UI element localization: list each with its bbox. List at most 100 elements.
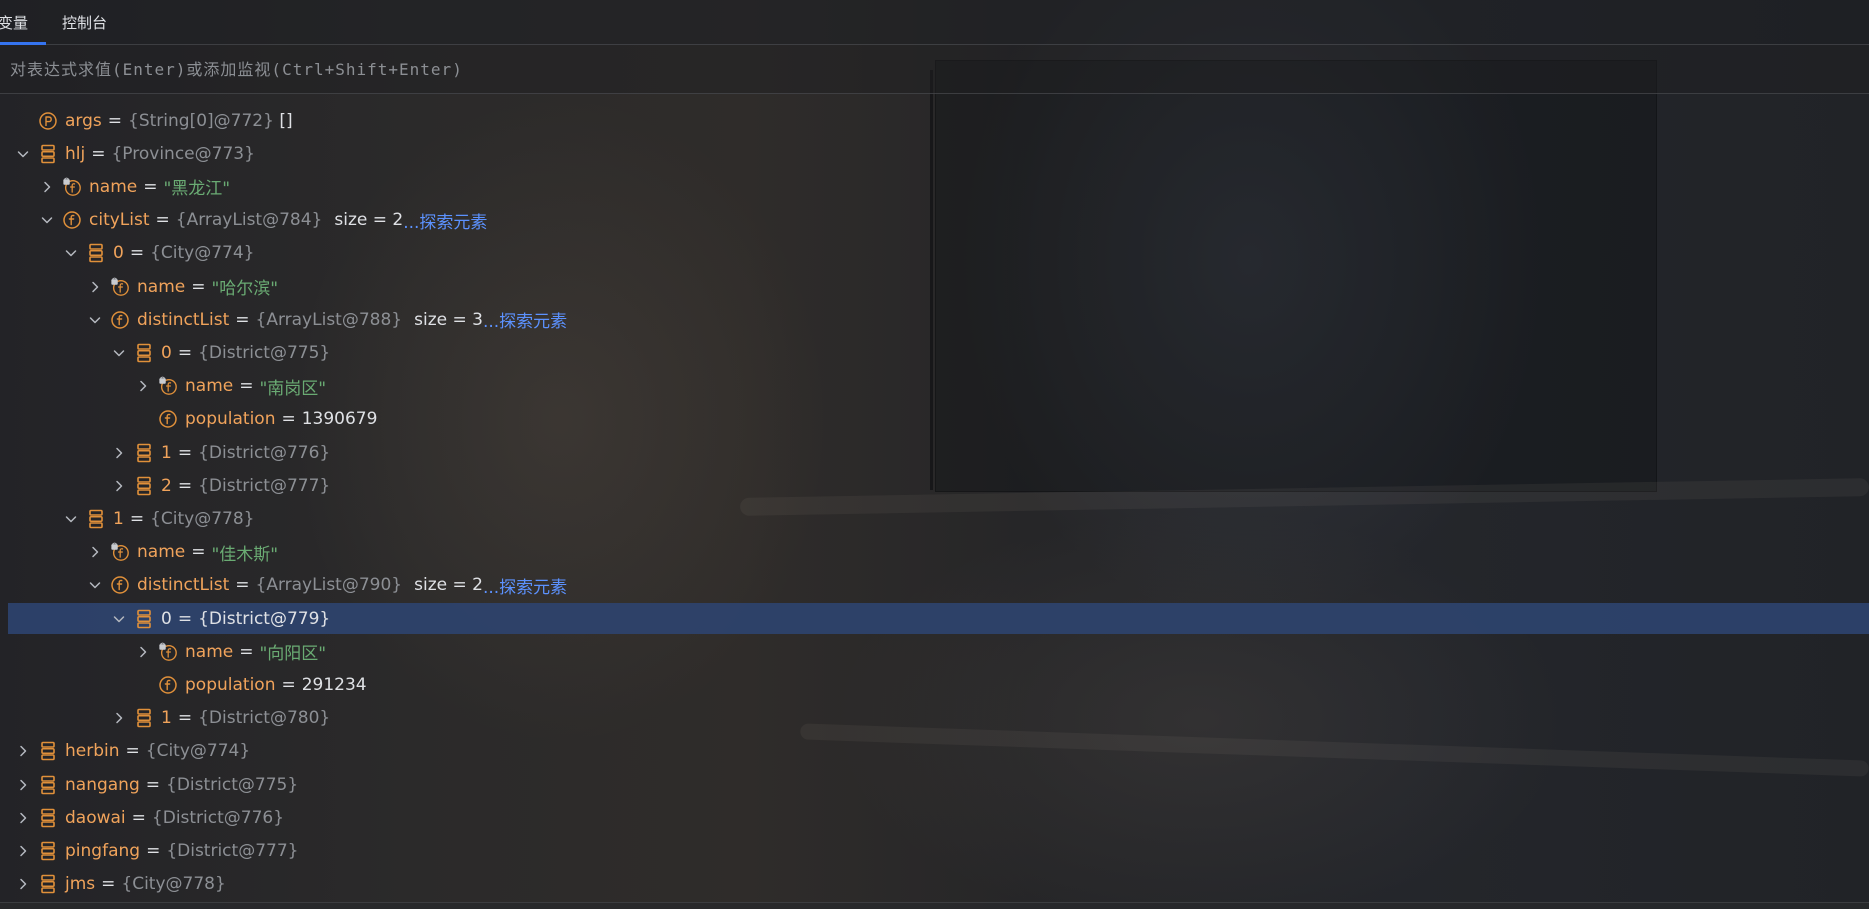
variable-value: {District@779} <box>198 608 331 629</box>
variable-row-name[interactable]: name = "向阳区" <box>0 635 1869 668</box>
variable-value: {ArrayList@784} <box>175 210 323 231</box>
equals-sign: = <box>177 708 193 729</box>
field-icon <box>110 575 130 595</box>
collection-size: size = 2 <box>334 210 404 231</box>
variable-row-nangang[interactable]: nangang = {District@775} <box>0 768 1869 801</box>
variable-name: name <box>137 276 186 297</box>
equals-sign: = <box>191 276 206 297</box>
variable-value: {City@774} <box>145 741 251 762</box>
variable-name: population <box>185 674 276 695</box>
variable-row-0[interactable]: 0 = {City@774} <box>0 237 1869 270</box>
object-icon <box>38 874 58 894</box>
variable-value: {District@777} <box>166 840 299 861</box>
variable-row-0[interactable]: 0 = {District@775} <box>0 336 1869 369</box>
chevron-down-icon[interactable] <box>14 145 32 163</box>
chevron-right-icon[interactable] <box>14 842 32 860</box>
variable-name: jms <box>65 874 96 895</box>
chevron-down-icon[interactable] <box>38 211 56 229</box>
variable-row-population[interactable]: population = 291234 <box>0 668 1869 701</box>
variable-name: hlj <box>65 143 86 164</box>
chevron-down-icon[interactable] <box>86 576 104 594</box>
equals-sign: = <box>131 807 146 828</box>
variable-row-jms[interactable]: jms = {City@778} <box>0 868 1869 901</box>
equals-sign: = <box>239 376 254 397</box>
variable-name: 1 <box>113 508 124 529</box>
variable-row-2[interactable]: 2 = {District@777} <box>0 469 1869 502</box>
chevron-right-icon[interactable] <box>110 477 128 495</box>
variable-row-cityList[interactable]: cityList = {ArrayList@784} size = 2 ...探索元素 <box>0 204 1869 237</box>
equals-sign: = <box>155 210 170 231</box>
chevron-down-icon[interactable] <box>86 311 104 329</box>
chevron-down-icon[interactable] <box>62 244 80 262</box>
field-lock-icon <box>62 177 82 197</box>
chevron-right-icon[interactable] <box>38 178 56 196</box>
equals-sign: = <box>281 409 296 430</box>
tab-variables-label: 变量 <box>0 13 29 32</box>
variable-row-name[interactable]: name = "南岗区" <box>0 370 1869 403</box>
chevron-right-icon[interactable] <box>14 875 32 893</box>
chevron-right-icon[interactable] <box>86 543 104 561</box>
variable-value: {ArrayList@788} <box>255 309 403 330</box>
collection-size: size = 2 <box>414 575 483 596</box>
object-icon <box>86 509 106 529</box>
variable-row-0[interactable]: 0 = {District@779} <box>0 602 1869 635</box>
field-lock-icon <box>158 642 178 662</box>
variable-name: distinctList <box>137 575 230 596</box>
variable-value: {City@778} <box>150 508 255 529</box>
variable-row-name[interactable]: name = "哈尔滨" <box>0 270 1869 303</box>
variable-row-name[interactable]: name = "佳木斯" <box>0 536 1869 569</box>
parameter-icon <box>38 111 58 131</box>
chevron-right-icon[interactable] <box>14 742 32 760</box>
object-icon <box>134 708 154 728</box>
chevron-down-icon[interactable] <box>110 344 128 362</box>
variable-row-distinctList[interactable]: distinctList = {ArrayList@790} size = 2 ...探… <box>0 569 1869 602</box>
variable-row-hlj[interactable]: hlj = {Province@773} <box>0 137 1869 170</box>
array-contents: [] <box>273 110 293 131</box>
variable-row-population[interactable]: population = 1390679 <box>0 403 1869 436</box>
chevron-right-icon[interactable] <box>110 709 128 727</box>
chevron-right-icon[interactable] <box>14 776 32 794</box>
variable-row-daowai[interactable]: daowai = {District@776} <box>0 801 1869 834</box>
field-lock-icon <box>158 376 178 396</box>
explore-elements-link[interactable]: ...探索元素 <box>403 208 487 233</box>
variable-name: name <box>137 542 186 563</box>
equals-sign: = <box>101 874 116 895</box>
equals-sign: = <box>191 542 206 563</box>
object-icon <box>134 343 154 363</box>
object-icon <box>134 609 154 629</box>
chevron-right-icon[interactable] <box>134 377 152 395</box>
chevron-down-icon[interactable] <box>110 610 128 628</box>
variable-row-name[interactable]: name = "黑龙江" <box>0 170 1869 203</box>
debug-tab-bar: 变量 控制台 <box>0 0 1869 45</box>
variable-value: {District@775} <box>166 774 299 795</box>
variable-row-herbin[interactable]: herbin = {City@774} <box>0 735 1869 768</box>
tab-console-label: 控制台 <box>62 13 108 32</box>
chevron-right-icon[interactable] <box>86 278 104 296</box>
variable-row-1[interactable]: 1 = {City@778} <box>0 502 1869 535</box>
explore-elements-link[interactable]: ...探索元素 <box>483 573 567 598</box>
chevron-right-icon[interactable] <box>14 809 32 827</box>
variable-name: herbin <box>65 741 120 762</box>
equals-sign: = <box>177 475 193 496</box>
variable-name: 1 <box>161 708 172 729</box>
variable-name: 0 <box>161 608 172 629</box>
chevron-down-icon[interactable] <box>62 510 80 528</box>
explore-elements-link[interactable]: ...探索元素 <box>483 307 567 332</box>
chevron-right-icon[interactable] <box>134 643 152 661</box>
chevron-right-icon[interactable] <box>110 444 128 462</box>
variable-row-1[interactable]: 1 = {District@780} <box>0 702 1869 735</box>
variable-row-args[interactable]: args = {String[0]@772} [] <box>0 104 1869 137</box>
variable-name: pingfang <box>65 840 141 861</box>
variable-row-pingfang[interactable]: pingfang = {District@777} <box>0 834 1869 867</box>
variable-row-distinctList[interactable]: distinctList = {ArrayList@788} size = 3 ...探… <box>0 303 1869 336</box>
tab-variables[interactable]: 变量 <box>0 0 47 45</box>
field-lock-icon <box>110 542 130 562</box>
variable-row-1[interactable]: 1 = {District@776} <box>0 436 1869 469</box>
variable-value: "哈尔滨" <box>211 279 279 299</box>
equals-sign: = <box>143 176 158 197</box>
evaluate-expression-input[interactable] <box>8 58 1812 80</box>
variable-value: 1390679 <box>301 409 378 430</box>
variable-value: "向阳区" <box>259 644 327 665</box>
field-icon <box>62 210 82 230</box>
tab-console[interactable]: 控制台 <box>46 0 123 44</box>
